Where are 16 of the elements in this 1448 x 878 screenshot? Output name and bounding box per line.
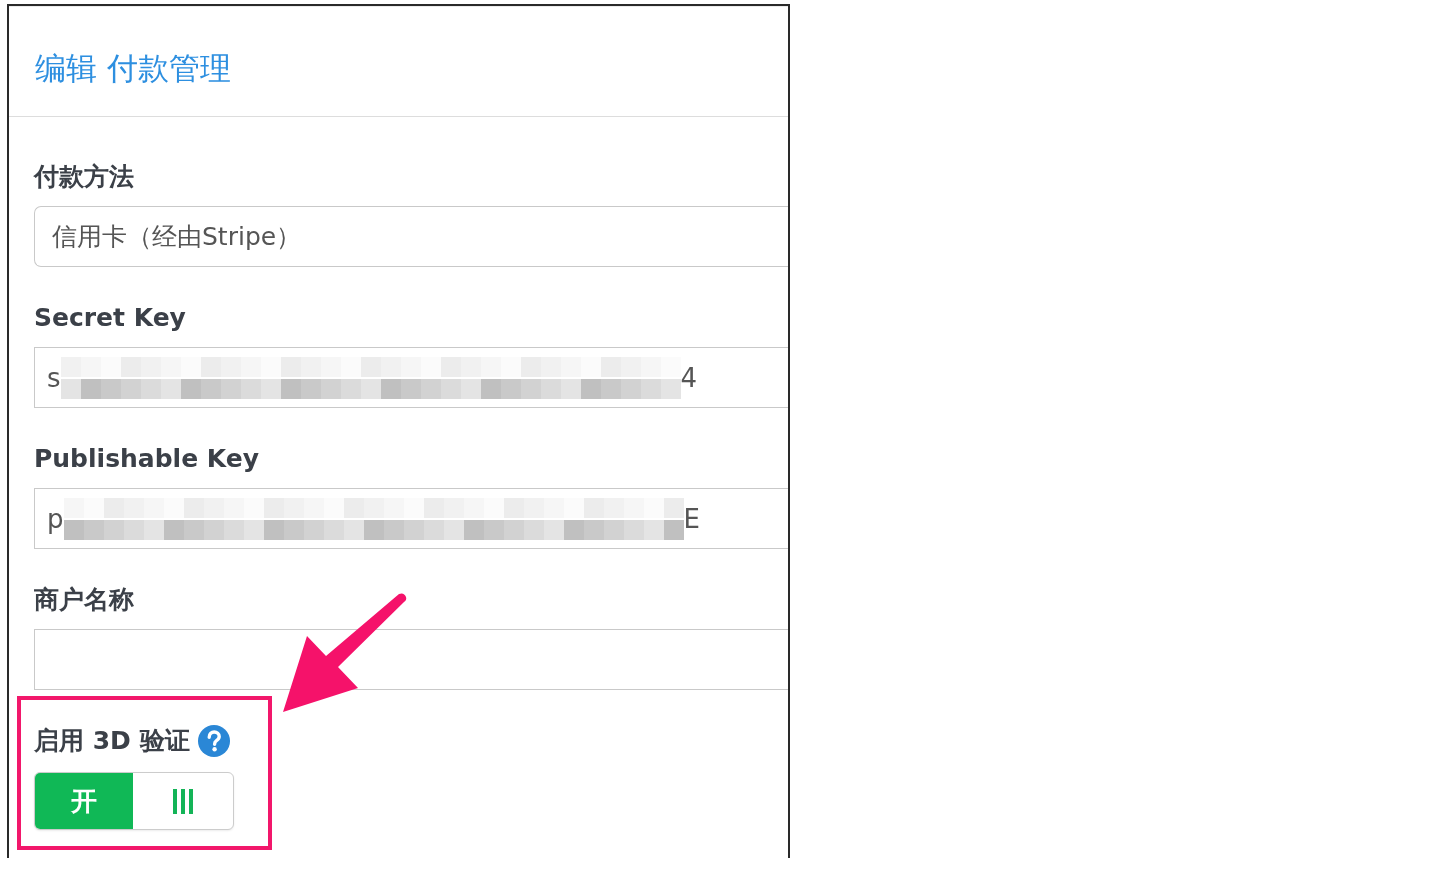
grip-icon xyxy=(173,788,193,814)
help-icon[interactable] xyxy=(197,725,230,757)
field-label: 商户名称 xyxy=(34,584,134,616)
field-value-text: 4 xyxy=(680,361,698,394)
payment-method-field[interactable]: 信用卡（经由Stripe） xyxy=(34,206,788,267)
merchant-name-field[interactable] xyxy=(34,629,788,690)
key-field[interactable]: s 4 xyxy=(34,347,788,408)
field-label: 付款方法 xyxy=(34,161,134,193)
page-title: 编辑 付款管理 xyxy=(35,49,231,88)
field-label: Secret Key xyxy=(34,302,186,334)
field-value-text: E xyxy=(683,502,700,535)
field-value-text: s xyxy=(47,361,61,394)
field-value-text: p xyxy=(47,502,64,535)
toggle-label: 启用 3D 验证 xyxy=(34,725,190,757)
field-label: Publishable Key xyxy=(34,443,259,475)
key-field[interactable]: p E xyxy=(34,488,788,549)
